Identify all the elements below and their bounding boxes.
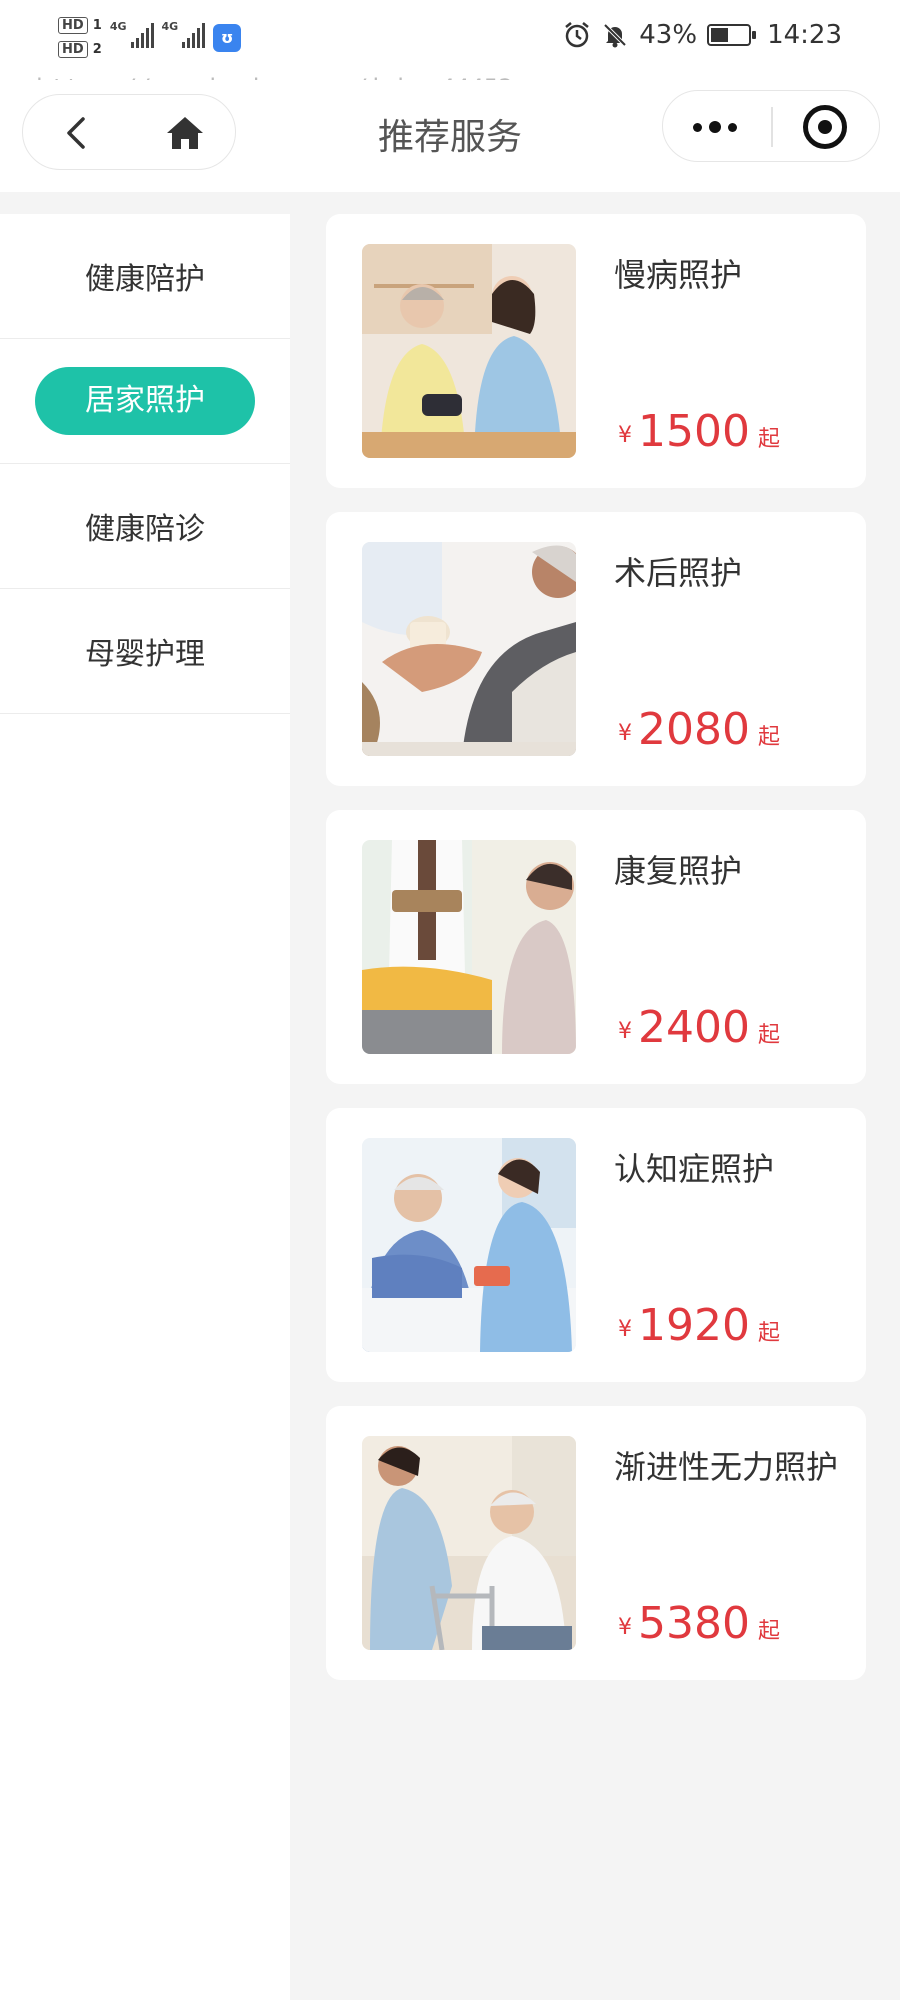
sidebar-item-home-care[interactable]: 居家照护 [0, 339, 290, 464]
price-value: 2400 [638, 1002, 750, 1053]
currency-symbol: ¥ [618, 721, 632, 746]
sim-2-indicator: HD 2 [58, 38, 102, 58]
currency-symbol: ¥ [618, 1317, 632, 1342]
service-image [362, 840, 576, 1054]
price-suffix: 起 [757, 1321, 780, 1346]
currency-symbol: ¥ [618, 1615, 632, 1640]
service-price: ¥2080 起 [618, 704, 780, 755]
network-type: 4G [109, 20, 127, 33]
battery-icon [707, 24, 757, 46]
service-title: 渐进性无力照护 [614, 1448, 839, 1486]
currency-symbol: ¥ [618, 423, 632, 448]
sidebar-item-label-active: 居家照护 [35, 367, 255, 435]
navigation-bar: 推荐服务 [0, 80, 900, 192]
price-value: 1500 [638, 406, 750, 457]
service-card[interactable]: 认知症照护 ¥1920 起 [326, 1108, 866, 1382]
signal-1-icon: 4G [110, 20, 154, 48]
miniprogram-capsule [662, 90, 880, 162]
price-value: 5380 [638, 1598, 750, 1649]
hd-badge: HD [58, 17, 88, 34]
capsule-divider [771, 107, 773, 147]
sidebar-item-label: 健康陪护 [85, 262, 205, 297]
service-image [362, 1138, 576, 1352]
battery-percent: 43% [639, 20, 698, 50]
service-card[interactable]: 渐进性无力照护 ¥5380 起 [326, 1406, 866, 1680]
service-price: ¥5380 起 [618, 1598, 780, 1649]
price-value: 1920 [638, 1300, 750, 1351]
more-menu-icon[interactable] [693, 117, 741, 137]
category-sidebar: 健康陪护 居家照护 健康陪诊 母婴护理 [0, 214, 290, 2000]
sim-1-indicator: HD 1 [58, 14, 102, 34]
clock: 14:23 [767, 20, 842, 50]
service-price: ¥2400 起 [618, 1002, 780, 1053]
hd-badge: HD [58, 41, 88, 58]
status-right: 43% 14:23 [563, 20, 842, 50]
alarm-icon [565, 22, 590, 48]
close-miniprogram-icon[interactable] [803, 105, 847, 149]
sidebar-item-health-escort[interactable]: 健康陪护 [0, 214, 290, 339]
sim-number: 2 [92, 42, 102, 57]
service-price: ¥1500 起 [618, 406, 780, 457]
price-suffix: 起 [757, 1619, 780, 1644]
service-card[interactable]: 康复照护 ¥2400 起 [326, 810, 866, 1084]
service-list: 慢病照护 ¥1500 起 术后照护 ¥ 2080 起 康复照护 ¥ 2400 起… [326, 214, 866, 1704]
sidebar-item-label: 母婴护理 [85, 637, 205, 672]
price-suffix: 起 [757, 725, 780, 750]
price-suffix: 起 [757, 427, 780, 452]
sim-number: 1 [92, 18, 102, 33]
sim-indicators: HD 1 HD 2 [58, 14, 102, 58]
mute-bell-icon [603, 23, 627, 48]
sidebar-item-medical-escort[interactable]: 健康陪诊 [0, 464, 290, 589]
service-title: 术后照护 [614, 554, 743, 592]
content-area: 健康陪护 居家照护 健康陪诊 母婴护理 慢病照护 ¥ 1500 起 术后照护 ¥… [0, 192, 900, 2000]
signal-2-icon: 4G [162, 20, 206, 48]
service-image [362, 1436, 576, 1650]
currency-symbol: ¥ [618, 1019, 632, 1044]
status-left: HD 1 HD 2 4G 4G ʊ [58, 14, 242, 58]
service-card[interactable]: 慢病照护 ¥1500 起 [326, 214, 866, 488]
price-value: 2080 [638, 704, 750, 755]
status-bar: HD 1 HD 2 4G 4G ʊ 43% 14:23 [0, 0, 900, 80]
price-suffix: 起 [757, 1023, 780, 1048]
service-image [362, 542, 576, 756]
service-title: 认知症照护 [614, 1150, 775, 1188]
service-card[interactable]: 术后照护 ¥2080 起 [326, 512, 866, 786]
sidebar-item-label: 健康陪诊 [85, 512, 205, 547]
service-title: 慢病照护 [614, 256, 743, 294]
app-notification-icon: ʊ [213, 24, 242, 52]
service-price: ¥1920 起 [618, 1300, 780, 1351]
battery-fill [711, 28, 729, 42]
network-type: 4G [161, 20, 179, 33]
service-image [362, 244, 576, 458]
sidebar-item-maternal-infant-care[interactable]: 母婴护理 [0, 589, 290, 714]
service-title: 康复照护 [614, 852, 743, 890]
